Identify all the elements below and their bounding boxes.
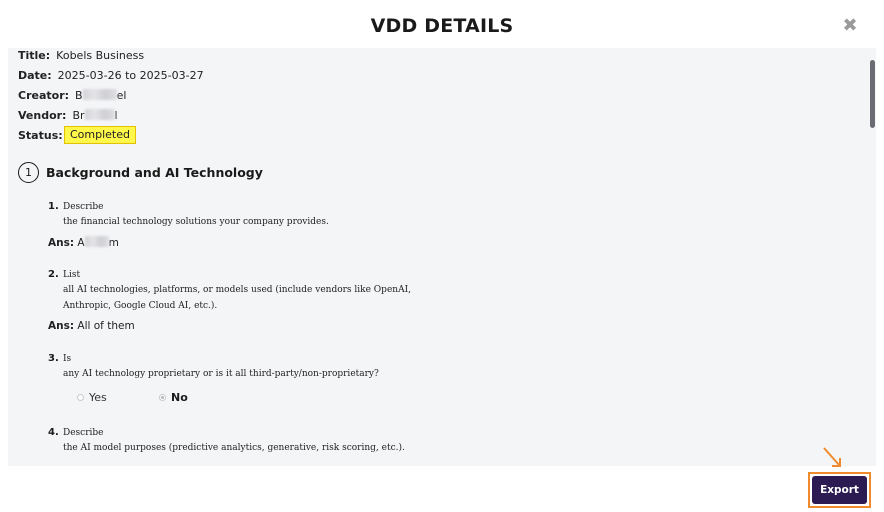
question-verb: Describe xyxy=(63,428,104,438)
vendor-row: Vendor: Br l xyxy=(18,109,118,122)
arrow-annotation-icon xyxy=(823,447,841,467)
details-panel[interactable]: Title: Kobels Business Date: 2025-03-26 to… xyxy=(8,48,876,466)
answer-suffix: m xyxy=(108,237,119,249)
close-icon[interactable]: ✖ xyxy=(841,17,859,35)
question-text: the AI model purposes (predictive analyt… xyxy=(63,443,405,453)
radio-label: No xyxy=(171,391,188,404)
title-label: Title: xyxy=(18,49,51,62)
scrollbar-thumb[interactable] xyxy=(870,60,875,128)
answer-row: Ans: All of them xyxy=(48,320,135,332)
section-title: Background and AI Technology xyxy=(46,165,263,180)
date-row: Date: 2025-03-26 to 2025-03-27 xyxy=(18,69,204,82)
creator-prefix: B xyxy=(75,89,83,102)
status-label: Status: xyxy=(18,129,63,142)
title-value: Kobels Business xyxy=(56,49,145,62)
status-row: Status: Completed xyxy=(18,126,158,145)
creator-label: Creator: xyxy=(18,89,70,102)
creator-row: Creator: Bel xyxy=(18,89,126,102)
vendor-value: Br l xyxy=(72,109,118,122)
radio-icon xyxy=(159,394,166,401)
date-label: Date: xyxy=(18,69,52,82)
creator-value: Bel xyxy=(75,89,126,102)
vendor-suffix: l xyxy=(114,109,118,122)
scrollbar[interactable] xyxy=(868,48,876,466)
redacted-text xyxy=(82,89,117,100)
question-verb: List xyxy=(63,270,81,280)
modal-title: VDD DETAILS xyxy=(370,15,514,37)
redacted-text xyxy=(84,236,109,247)
status-badge: Completed xyxy=(64,126,136,144)
title-row: Title: Kobels Business xyxy=(18,49,144,62)
question-text: any AI technology proprietary or is it a… xyxy=(63,369,379,379)
question-verb: Describe xyxy=(63,202,104,212)
radio-icon xyxy=(77,394,84,401)
question-number: 3. xyxy=(48,353,59,364)
export-button[interactable]: Export xyxy=(812,476,867,504)
answer-value: All of them xyxy=(77,320,135,332)
vendor-prefix: Br xyxy=(72,109,85,122)
answer-value: Am xyxy=(77,236,119,249)
question-text: Anthropic, Google Cloud AI, etc.). xyxy=(63,301,218,311)
radio-label: Yes xyxy=(89,391,107,404)
modal-header: VDD DETAILS ✖ xyxy=(0,0,884,48)
creator-suffix: el xyxy=(116,89,127,102)
question-verb: Is xyxy=(63,354,72,364)
radio-no[interactable]: No xyxy=(159,391,188,404)
answer-label: Ans: xyxy=(48,320,75,332)
section-number: 1 xyxy=(18,162,39,183)
date-value: 2025-03-26 to 2025-03-27 xyxy=(57,69,204,82)
question-text: the financial technology solutions your … xyxy=(63,217,329,227)
question-number: 1. xyxy=(48,201,59,212)
vendor-label: Vendor: xyxy=(18,109,67,122)
question-number: 4. xyxy=(48,427,59,438)
question-text: all AI technologies, platforms, or model… xyxy=(63,285,411,295)
answer-prefix: A xyxy=(77,237,85,249)
redacted-text xyxy=(84,109,115,120)
question-number: 2. xyxy=(48,269,59,280)
radio-yes[interactable]: Yes xyxy=(77,391,107,404)
answer-row: Ans: Am xyxy=(48,236,119,249)
answer-label: Ans: xyxy=(48,237,75,249)
